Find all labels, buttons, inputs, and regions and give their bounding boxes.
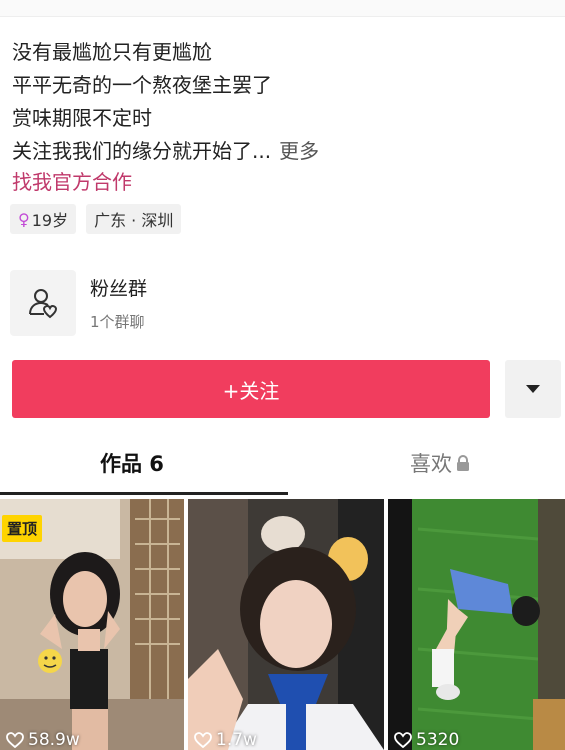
lock-icon bbox=[457, 455, 469, 471]
video-thumbnail-1[interactable]: 置顶 58.9w bbox=[0, 499, 184, 750]
age-text: 19岁 bbox=[31, 211, 69, 230]
bio-more-link[interactable]: 更多 bbox=[279, 139, 319, 163]
more-dropdown-button[interactable] bbox=[505, 360, 561, 418]
follow-button[interactable]: +关注 bbox=[12, 360, 490, 418]
group-icon-svg bbox=[29, 289, 58, 319]
location-tag: 广东 · 深圳 bbox=[86, 204, 182, 234]
female-icon: ♀ bbox=[18, 209, 30, 229]
fans-group-text: 粉丝群 1个群聊 bbox=[90, 274, 147, 332]
caret-down-icon bbox=[526, 385, 540, 393]
video-thumbnail-2[interactable]: 1.7w bbox=[188, 499, 384, 750]
video-3-image bbox=[388, 499, 565, 750]
tab-likes-label: 喜欢 bbox=[410, 452, 452, 476]
bio-line-4-text: 关注我我们的缘分就开始了... bbox=[12, 139, 272, 163]
video-2-likes: 1.7w bbox=[194, 730, 257, 750]
heart-icon bbox=[6, 732, 24, 748]
profile-tags: ♀ 19岁 广东 · 深圳 bbox=[10, 204, 182, 234]
bio: 没有最尴尬只有更尴尬 平平无奇的一个熬夜堡主罢了 赏味期限不定时 关注我我们的缘… bbox=[12, 36, 319, 168]
bio-line-3: 赏味期限不定时 bbox=[12, 106, 152, 130]
video-3-likes: 5320 bbox=[394, 730, 459, 750]
video-thumbnail-3[interactable]: 5320 bbox=[388, 499, 565, 750]
video-grid: 置顶 58.9w 1.7w 5320 bbox=[0, 499, 565, 750]
video-2-likes-count: 1.7w bbox=[216, 730, 257, 750]
profile-tabs: 作品 6 喜欢 bbox=[0, 440, 565, 495]
bio-line-1: 没有最尴尬只有更尴尬 bbox=[12, 40, 212, 64]
video-3-likes-count: 5320 bbox=[416, 730, 460, 750]
pinned-badge: 置顶 bbox=[2, 515, 43, 542]
heart-icon bbox=[194, 732, 212, 748]
active-tab-indicator bbox=[0, 492, 288, 495]
fans-group-subtitle: 1个群聊 bbox=[90, 313, 145, 331]
fans-group-entry[interactable]: 粉丝群 1个群聊 bbox=[10, 270, 147, 336]
age-tag: ♀ 19岁 bbox=[10, 204, 77, 234]
tab-works[interactable]: 作品 6 bbox=[100, 448, 164, 478]
video-2-image bbox=[188, 499, 384, 750]
group-icon bbox=[10, 270, 76, 336]
header-strip bbox=[0, 0, 565, 17]
bio-line-2: 平平无奇的一个熬夜堡主罢了 bbox=[12, 73, 272, 97]
fans-group-title: 粉丝群 bbox=[90, 278, 148, 300]
business-link[interactable]: 找我官方合作 bbox=[12, 166, 132, 195]
video-1-likes-count: 58.9w bbox=[28, 730, 80, 750]
heart-icon bbox=[394, 732, 412, 748]
tab-likes[interactable]: 喜欢 bbox=[410, 448, 470, 478]
bio-line-4: 关注我我们的缘分就开始了... 更多 bbox=[12, 135, 319, 168]
video-1-likes: 58.9w bbox=[6, 730, 80, 750]
